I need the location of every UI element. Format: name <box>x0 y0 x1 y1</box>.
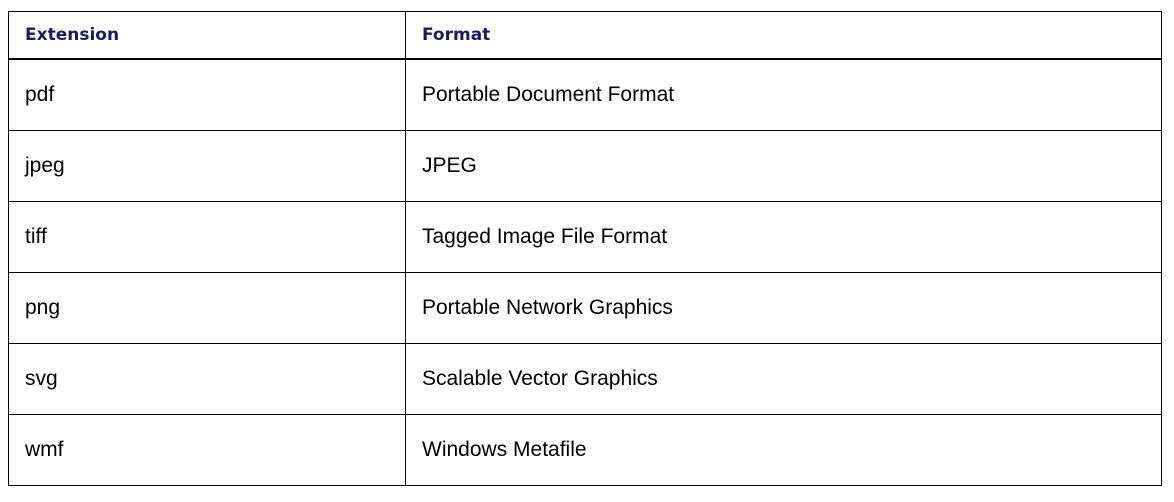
header-row: Extension Format <box>8 11 1162 60</box>
format-cell: Tagged Image File Format <box>405 201 1162 273</box>
table-row: svg Scalable Vector Graphics <box>8 343 1162 415</box>
format-cell: Portable Network Graphics <box>405 272 1162 344</box>
extension-cell: svg <box>8 343 406 415</box>
format-cell: Portable Document Format <box>405 58 1162 131</box>
table-row: jpeg JPEG <box>8 130 1162 202</box>
table-header: Extension Format <box>8 11 1162 60</box>
format-cell: JPEG <box>405 130 1162 202</box>
table-row: png Portable Network Graphics <box>8 272 1162 344</box>
format-cell: Scalable Vector Graphics <box>405 343 1162 415</box>
table-body: pdf Portable Document Format jpeg JPEG t… <box>8 58 1162 486</box>
extension-cell: jpeg <box>8 130 406 202</box>
extension-cell: wmf <box>8 414 406 486</box>
column-header-format: Format <box>405 11 1162 60</box>
column-header-extension: Extension <box>8 11 406 60</box>
extension-cell: pdf <box>8 58 406 131</box>
table-row: pdf Portable Document Format <box>8 58 1162 131</box>
table-row: wmf Windows Metafile <box>8 414 1162 486</box>
format-cell: Windows Metafile <box>405 414 1162 486</box>
extension-cell: png <box>8 272 406 344</box>
file-format-table: Extension Format pdf Portable Document F… <box>8 11 1162 486</box>
file-format-table-container: Extension Format pdf Portable Document F… <box>8 11 1162 486</box>
table-row: tiff Tagged Image File Format <box>8 201 1162 273</box>
extension-cell: tiff <box>8 201 406 273</box>
